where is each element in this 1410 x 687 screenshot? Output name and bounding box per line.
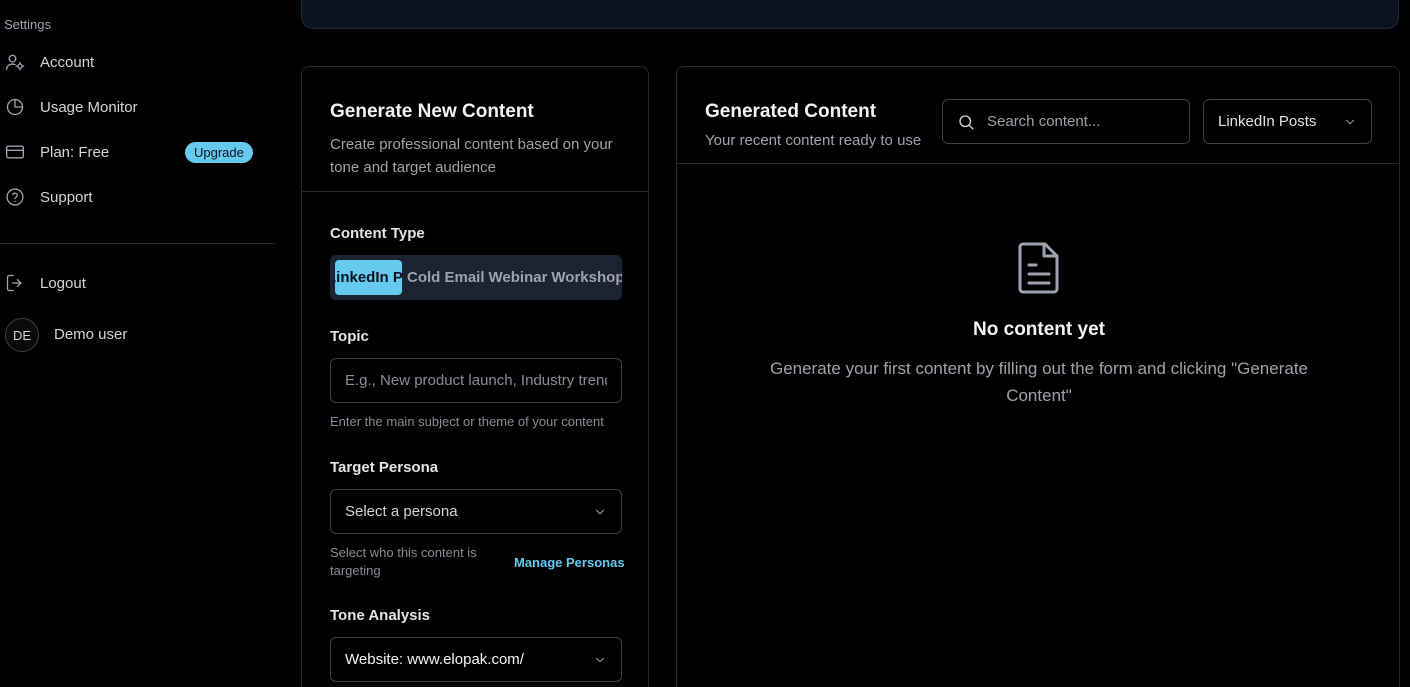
credit-card-icon bbox=[4, 141, 26, 163]
chevron-down-icon bbox=[593, 505, 607, 519]
pie-chart-icon bbox=[4, 96, 26, 118]
chevron-down-icon bbox=[1343, 115, 1357, 129]
topic-label: Topic bbox=[330, 328, 369, 345]
chevron-down-icon bbox=[593, 653, 607, 667]
sidebar-divider bbox=[0, 243, 275, 244]
sidebar-item-label: Plan: Free bbox=[40, 143, 110, 161]
help-circle-icon bbox=[4, 186, 26, 208]
sidebar: Settings Account Usage Monitor Plan: Fre… bbox=[0, 0, 275, 687]
sidebar-item-plan[interactable]: Plan: Free Upgrade bbox=[0, 134, 275, 170]
tone-analysis-value: Website: www.elopak.com/ bbox=[345, 651, 524, 668]
avatar[interactable]: DE bbox=[5, 318, 39, 352]
sidebar-section-label: Settings bbox=[4, 17, 51, 32]
user-name: Demo user bbox=[54, 326, 128, 343]
tab-webinar[interactable]: Webinar bbox=[487, 260, 550, 295]
generated-card-title: Generated Content bbox=[705, 101, 877, 122]
logout-label: Logout bbox=[40, 274, 86, 292]
target-persona-label: Target Persona bbox=[330, 459, 439, 476]
persona-select-value: Select a persona bbox=[345, 503, 458, 520]
search-box bbox=[942, 99, 1190, 144]
generate-card-title: Generate New Content bbox=[330, 101, 534, 122]
topic-input[interactable] bbox=[330, 358, 622, 403]
sidebar-item-account[interactable]: Account bbox=[0, 44, 275, 80]
content-type-tabs: LinkedIn Post Cold Email Webinar Worksho… bbox=[330, 255, 622, 300]
sidebar-item-support[interactable]: Support bbox=[0, 179, 275, 215]
user-gear-icon bbox=[4, 51, 26, 73]
content-filter-value: LinkedIn Posts bbox=[1218, 113, 1317, 130]
app-page: Settings Account Usage Monitor Plan: Fre… bbox=[0, 0, 1410, 687]
search-input[interactable] bbox=[987, 113, 1177, 130]
generated-content-card: Generated Content Your recent content re… bbox=[676, 66, 1400, 687]
search-icon bbox=[959, 114, 974, 129]
tone-analysis-select[interactable]: Website: www.elopak.com/ bbox=[330, 637, 622, 682]
tab-workshop[interactable]: Workshop bbox=[549, 260, 622, 295]
logout-icon bbox=[4, 272, 26, 294]
tab-linkedin-post[interactable]: LinkedIn Post bbox=[335, 260, 402, 295]
generate-card-header: Generate New Content Create professional… bbox=[302, 67, 648, 192]
generate-card-description: Create professional content based on you… bbox=[330, 136, 613, 176]
content-filter-select[interactable]: LinkedIn Posts bbox=[1203, 99, 1372, 144]
manage-personas-link[interactable]: Manage Personas bbox=[514, 555, 625, 570]
logout-button[interactable]: Logout bbox=[0, 265, 275, 301]
sidebar-item-usage-monitor[interactable]: Usage Monitor bbox=[0, 89, 275, 125]
document-icon bbox=[1015, 241, 1063, 295]
sidebar-item-label: Usage Monitor bbox=[40, 98, 138, 116]
upgrade-badge[interactable]: Upgrade bbox=[185, 142, 253, 163]
persona-help-text: Select who this content is targeting bbox=[330, 545, 477, 578]
topic-help-text: Enter the main subject or theme of your … bbox=[330, 414, 604, 429]
tab-cold-email[interactable]: Cold Email bbox=[405, 260, 487, 295]
tone-analysis-label: Tone Analysis bbox=[330, 607, 431, 624]
sidebar-item-label: Support bbox=[40, 188, 93, 206]
top-banner bbox=[301, 0, 1399, 29]
empty-state-description: Generate your first content by filling o… bbox=[769, 359, 1309, 405]
empty-state-title: No content yet bbox=[973, 319, 1105, 340]
content-type-label: Content Type bbox=[330, 225, 425, 242]
generate-content-card: Generate New Content Create professional… bbox=[301, 66, 649, 687]
persona-select[interactable]: Select a persona bbox=[330, 489, 622, 534]
generated-card-header: Generated Content Your recent content re… bbox=[677, 67, 1399, 164]
generated-card-description: Your recent content ready to use bbox=[705, 132, 922, 149]
sidebar-item-label: Account bbox=[40, 53, 95, 71]
